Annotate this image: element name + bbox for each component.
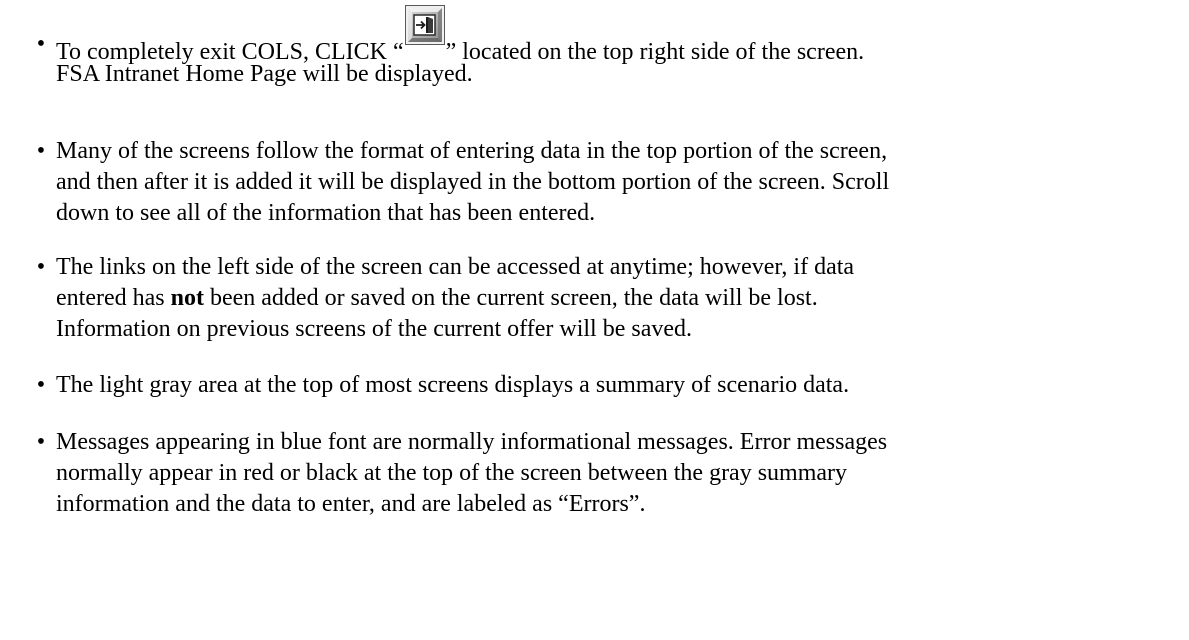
- bullet-item-gray-area: • The light gray area at the top of most…: [0, 370, 1189, 402]
- bullet-item-left-links: • The links on the left side of the scre…: [0, 252, 1189, 344]
- paragraph-line: down to see all of the information that …: [56, 200, 596, 226]
- paragraph-line: To completely exit COLS, CLICK “ ” locat…: [56, 5, 864, 65]
- bullet-marker: •: [36, 372, 46, 398]
- exit-door-icon: [404, 5, 445, 45]
- text-segment: ” located on the top right side of the s…: [445, 39, 865, 65]
- paragraph-line: information and the data to enter, and a…: [56, 491, 646, 517]
- paragraph-line: Many of the screens follow the format of…: [56, 138, 888, 164]
- text-segment: entered has: [56, 285, 171, 311]
- paragraph-line: entered has not been added or saved on t…: [56, 283, 818, 313]
- text-segment: been added or saved on the current scree…: [203, 285, 818, 311]
- paragraph-line: Messages appearing in blue font are norm…: [56, 429, 888, 455]
- bullet-marker: •: [36, 31, 46, 57]
- bold-emphasis: not: [170, 285, 204, 311]
- bullet-item-messages: • Messages appearing in blue font are no…: [0, 427, 1189, 519]
- paragraph-line: The light gray area at the top of most s…: [56, 372, 850, 398]
- paragraph-line: The links on the left side of the screen…: [56, 254, 855, 280]
- bullet-marker: •: [36, 254, 46, 280]
- bullet-item-screen-format: • Many of the screens follow the format …: [0, 136, 1189, 228]
- paragraph-line: normally appear in red or black at the t…: [56, 460, 848, 486]
- bullet-item-exit: • To completely exit COLS, CLICK “ ” loc…: [0, 5, 1189, 87]
- paragraph-line: Information on previous screens of the c…: [56, 316, 693, 342]
- paragraph-line: FSA Intranet Home Page will be displayed…: [56, 61, 473, 87]
- paragraph-line: and then after it is added it will be di…: [56, 169, 890, 195]
- bullet-marker: •: [36, 138, 46, 164]
- bullet-marker: •: [36, 429, 46, 455]
